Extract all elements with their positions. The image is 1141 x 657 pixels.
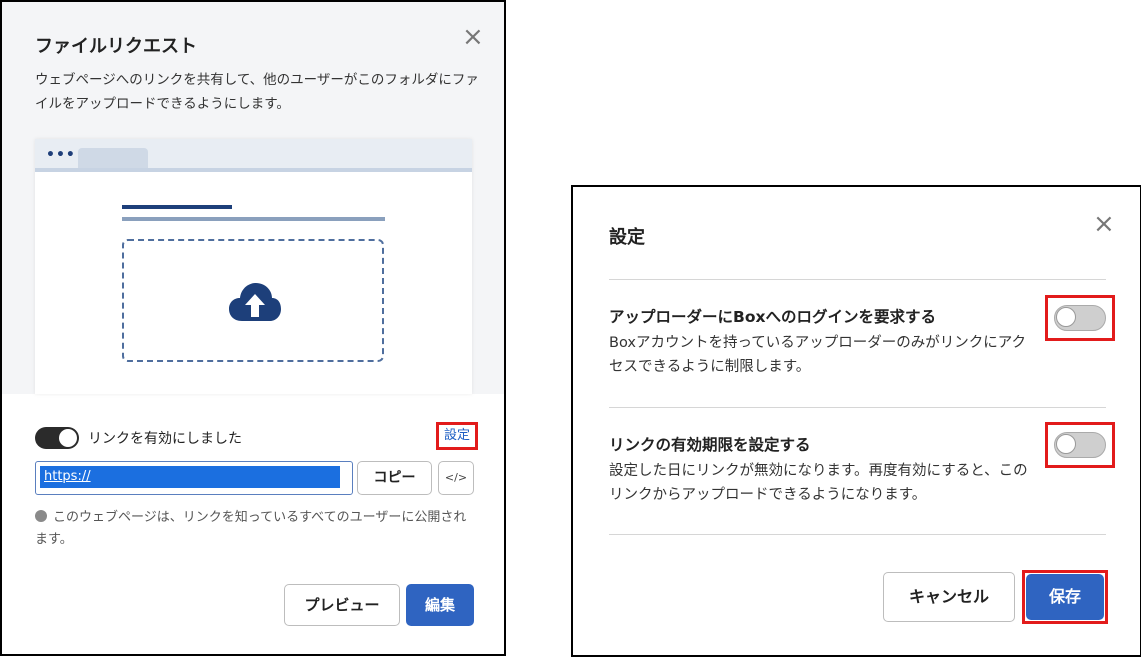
dialog-title: ファイルリクエスト xyxy=(35,36,197,57)
cloud-upload-icon xyxy=(229,283,281,321)
divider xyxy=(609,534,1106,535)
settings-dialog: 設定 × アップローダーにBoxへのログインを要求する Boxアカウントを持って… xyxy=(571,185,1141,657)
public-note-text: このウェブページは、リンクを知っているすべてのユーザーに公開されます。 xyxy=(35,510,467,547)
divider xyxy=(609,279,1106,280)
divider xyxy=(609,407,1106,408)
public-note: このウェブページは、リンクを知っているすべてのユーザーに公開されます。 xyxy=(35,507,475,551)
file-request-dialog: ファイルリクエスト × ウェブページへのリンクを共有して、他のユーザーがこのフォ… xyxy=(0,0,506,656)
link-expiry-toggle[interactable] xyxy=(1054,432,1106,458)
upload-page-illustration: ••• xyxy=(35,139,472,394)
link-expiry-description: 設定した日にリンクが無効になります。再度有効にすると、このリンクからアップロード… xyxy=(609,463,1028,503)
save-button[interactable]: 保存 xyxy=(1026,574,1104,620)
illustration-heading-line xyxy=(122,205,232,209)
browser-dots-icon: ••• xyxy=(46,147,76,163)
close-icon[interactable]: × xyxy=(462,24,484,50)
browser-bar: ••• xyxy=(35,139,472,172)
require-login-description: Boxアカウントを持っているアップローダーのみがリンクにアクセスできるように制限… xyxy=(609,335,1027,375)
share-url-field[interactable]: https:// xyxy=(35,461,353,495)
share-url-value: https:// xyxy=(40,466,340,488)
close-icon[interactable]: × xyxy=(1093,211,1115,237)
link-enabled-toggle[interactable] xyxy=(35,427,79,449)
link-expiry-title: リンクの有効期限を設定する xyxy=(609,436,811,454)
illustration-text-line xyxy=(122,217,385,221)
link-enabled-label: リンクを有効にしました xyxy=(88,431,242,447)
embed-code-button[interactable]: </> xyxy=(438,461,474,495)
cancel-button[interactable]: キャンセル xyxy=(883,572,1015,622)
settings-link[interactable]: 設定 xyxy=(436,422,478,450)
require-login-toggle[interactable] xyxy=(1054,305,1106,331)
edit-button[interactable]: 編集 xyxy=(406,584,474,626)
copy-button[interactable]: コピー xyxy=(357,461,432,495)
illustration-drop-zone xyxy=(122,239,384,362)
browser-tab xyxy=(78,148,148,168)
require-login-title: アップローダーにBoxへのログインを要求する xyxy=(609,308,936,326)
preview-button[interactable]: プレビュー xyxy=(284,584,400,626)
settings-title: 設定 xyxy=(609,227,645,248)
dialog-description: ウェブページへのリンクを共有して、他のユーザーがこのフォルダにファイルをアップロ… xyxy=(35,72,479,112)
globe-icon xyxy=(35,510,47,522)
